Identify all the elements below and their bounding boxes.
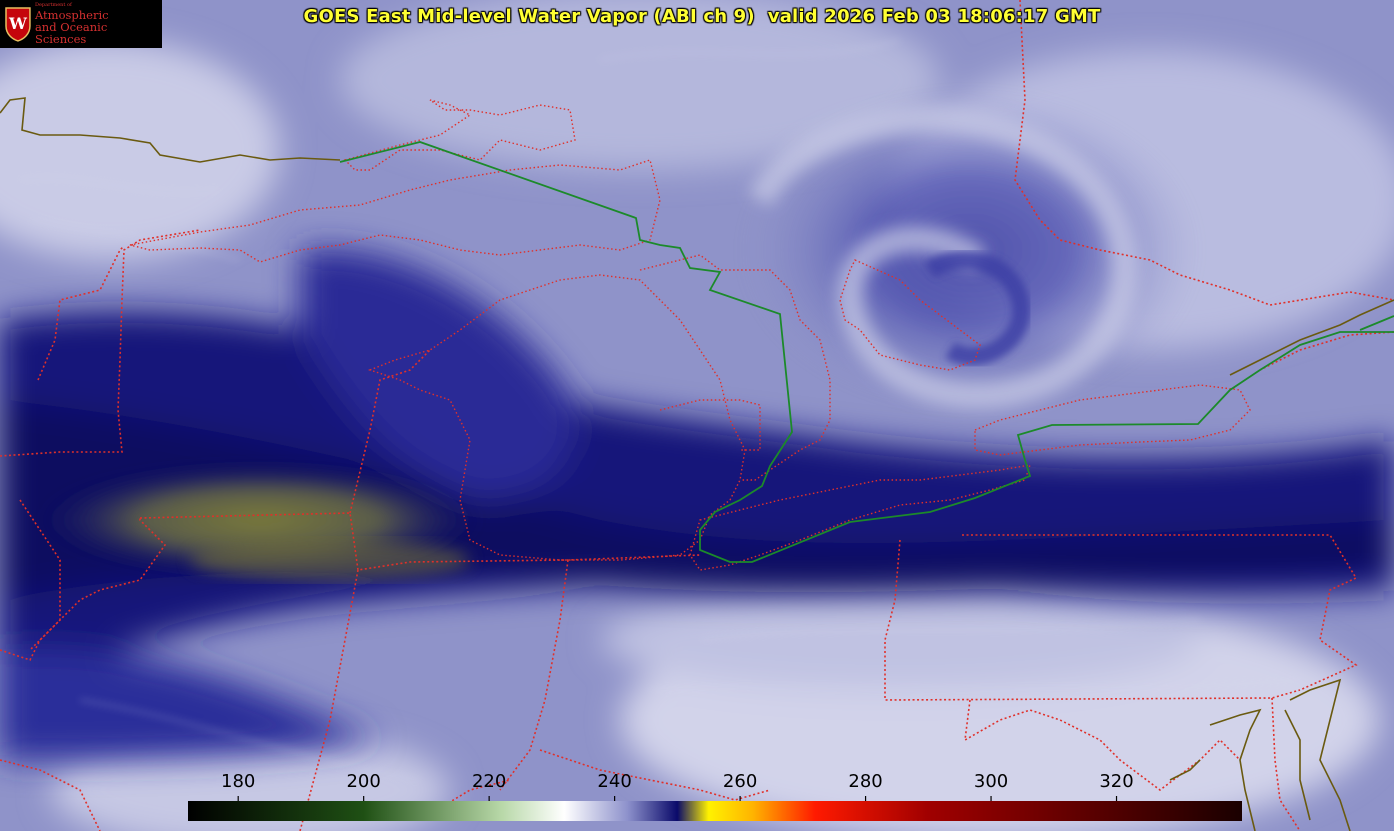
svg-text:W: W (8, 14, 28, 33)
colorbar-tick-label: 320 (1099, 771, 1134, 792)
image-title: GOES East Mid-level Water Vapor (ABI ch … (303, 6, 1101, 27)
department-logo: W Department of Atmospheric and Oceanic … (0, 0, 162, 48)
colorbar-tick-label: 180 (221, 771, 256, 792)
colorbar-tick-label: 240 (597, 771, 632, 792)
university-crest-icon: W (5, 7, 31, 42)
water-vapor-map (0, 0, 1394, 831)
logo-line-2: and Oceanic Sciences (34, 19, 108, 46)
colorbar-tick-label: 300 (973, 771, 1009, 792)
colorbar-gradient (188, 801, 1242, 821)
colorbar-tick-label: 280 (848, 771, 883, 792)
logo-line-1: Atmospheric (34, 7, 109, 22)
colorbar-tick-label: 260 (722, 771, 758, 792)
colorbar-tick-label: 220 (471, 771, 507, 792)
colorbar-tick-label: 200 (346, 771, 381, 792)
satellite-viewer: GOES East Mid-level Water Vapor (ABI ch … (0, 0, 1394, 831)
cyclone-swirl (740, 90, 1200, 410)
